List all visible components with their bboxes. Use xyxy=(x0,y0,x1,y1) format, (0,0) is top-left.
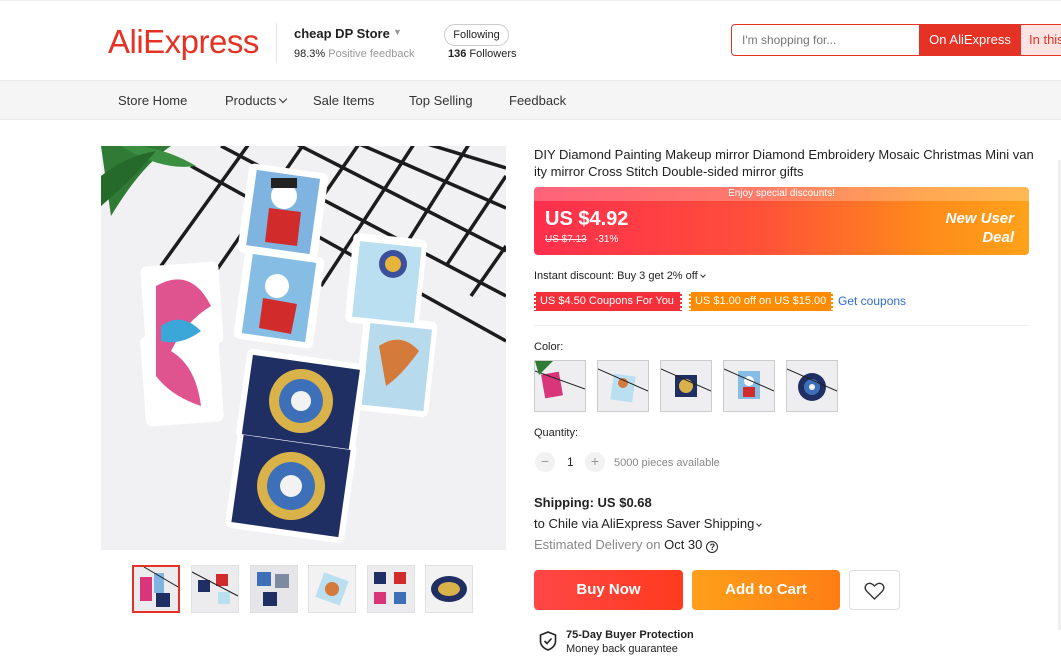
thumbnail-image xyxy=(251,566,297,612)
deal-line-1: New User xyxy=(945,210,1014,227)
quantity-increase-button[interactable]: + xyxy=(585,452,605,472)
buyer-protection-title: 75-Day Buyer Protection xyxy=(566,629,694,641)
following-button[interactable]: Following xyxy=(444,24,509,46)
price-banner: Enjoy special discounts! US $4.92 US $7.… xyxy=(534,187,1029,255)
instant-discount[interactable]: Instant discount: Buy 3 get 2% off xyxy=(534,270,706,282)
add-to-cart-button[interactable]: Add to Cart xyxy=(692,570,840,610)
divider xyxy=(534,325,1029,326)
heart-icon xyxy=(864,582,885,600)
product-thumbnail[interactable] xyxy=(308,565,356,613)
product-photo xyxy=(101,146,506,550)
color-swatch[interactable] xyxy=(660,360,712,412)
nav-store-home[interactable]: Store Home xyxy=(118,93,187,108)
top-header: AliExpress cheap DP Store ▼ 98.3% Positi… xyxy=(0,0,1061,80)
store-name[interactable]: cheap DP Store xyxy=(294,26,390,41)
feedback-label: Positive feedback xyxy=(328,48,415,60)
color-swatch[interactable] xyxy=(723,360,775,412)
quantity-label: Quantity: xyxy=(534,427,579,439)
thumbnail-image xyxy=(426,566,472,612)
chevron-down-icon xyxy=(756,521,763,527)
nav-sale-items[interactable]: Sale Items xyxy=(313,93,374,108)
quantity-value[interactable]: 1 xyxy=(567,455,574,469)
nav-products[interactable]: Products xyxy=(225,93,288,108)
deal-line-2: Deal xyxy=(982,229,1014,246)
search-input[interactable] xyxy=(742,25,912,55)
header-divider xyxy=(276,23,277,63)
swatch-image xyxy=(724,361,774,411)
product-thumbnail[interactable] xyxy=(425,565,473,613)
store-nav: Store Home Products Sale Items Top Selli… xyxy=(0,80,1061,120)
quantity-decrease-button[interactable]: − xyxy=(535,452,555,472)
swatch-image xyxy=(661,361,711,411)
buyer-protection-subtitle: Money back guarantee xyxy=(566,643,678,655)
coupon-badge[interactable]: US $1.00 off on US $15.00 xyxy=(688,292,834,311)
shipping-destination-text: to Chile via AliExpress Saver Shipping xyxy=(534,516,755,531)
shipping-cost: Shipping: US $0.68 xyxy=(534,495,652,510)
original-price: US $7.13 xyxy=(545,234,587,245)
chevron-down-icon xyxy=(699,272,706,278)
get-coupons-link[interactable]: Get coupons xyxy=(838,294,906,308)
swatch-image xyxy=(535,361,585,411)
estimated-delivery: Estimated Delivery on Oct 30? xyxy=(534,537,719,553)
product-price: US $4.92 xyxy=(545,208,629,230)
shipping-destination[interactable]: to Chile via AliExpress Saver Shipping xyxy=(534,516,763,531)
search-in-store-button[interactable]: In this store xyxy=(1021,25,1061,55)
followers-number: 136 xyxy=(448,48,467,60)
color-label: Color: xyxy=(534,341,564,353)
product-title: DIY Diamond Painting Makeup mirror Diamo… xyxy=(534,147,1034,179)
product-thumbnail[interactable] xyxy=(367,565,415,613)
product-thumbnail[interactable] xyxy=(250,565,298,613)
aliexpress-logo[interactable]: AliExpress xyxy=(108,23,259,61)
product-thumbnail[interactable] xyxy=(191,565,239,613)
color-swatch[interactable] xyxy=(786,360,838,412)
swatch-image xyxy=(598,361,648,411)
chevron-down-icon xyxy=(279,94,288,104)
search-on-aliexpress-button[interactable]: On AliExpress xyxy=(919,25,1021,55)
special-discount-text: Enjoy special discounts! xyxy=(534,187,1029,201)
followers-label: Followers xyxy=(469,48,517,60)
thumbnail-image xyxy=(309,566,355,612)
search-bar: On AliExpress In this store xyxy=(731,24,1061,56)
thumbnail-image xyxy=(368,566,414,612)
product-thumbnail[interactable] xyxy=(132,565,180,613)
thumbnail-image xyxy=(134,567,178,611)
caret-down-icon[interactable]: ▼ xyxy=(393,27,402,37)
feedback-percent: 98.3% xyxy=(294,48,326,60)
thumbnail-image xyxy=(192,566,238,612)
buy-now-button[interactable]: Buy Now xyxy=(534,570,683,610)
estimated-delivery-date: Oct 30 xyxy=(664,537,703,552)
shield-check-icon xyxy=(539,631,557,656)
nav-top-selling[interactable]: Top Selling xyxy=(409,93,473,108)
nav-products-label: Products xyxy=(225,93,277,108)
new-user-deal-badge: New User Deal xyxy=(914,209,1014,247)
color-swatch[interactable] xyxy=(534,360,586,412)
instant-discount-text: Instant discount: Buy 3 get 2% off xyxy=(534,270,698,282)
question-circle-icon[interactable]: ? xyxy=(706,541,719,553)
followers-count: 136 Followers xyxy=(448,48,517,60)
coupon-badge[interactable]: US $4.50 Coupons For You xyxy=(533,292,683,311)
store-feedback: 98.3% Positive feedback xyxy=(294,48,414,60)
color-swatch[interactable] xyxy=(597,360,649,412)
wishlist-button[interactable] xyxy=(849,570,900,610)
stock-available: 5000 pieces available xyxy=(614,457,720,469)
discount-percent: -31% xyxy=(595,234,619,245)
estimated-delivery-label: Estimated Delivery on xyxy=(534,537,661,552)
nav-feedback[interactable]: Feedback xyxy=(509,93,566,108)
main-product-image[interactable] xyxy=(101,146,506,550)
swatch-image xyxy=(787,361,837,411)
